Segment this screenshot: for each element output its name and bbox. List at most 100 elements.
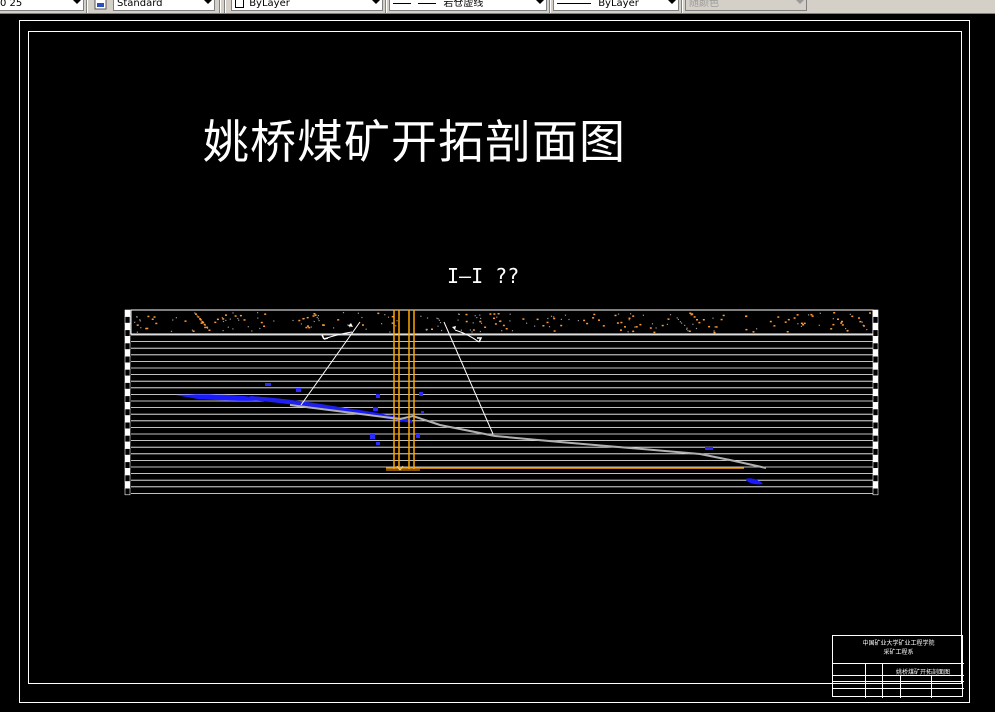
chevron-down-icon[interactable] [536, 0, 544, 4]
overburden-dot [684, 324, 686, 326]
scale-bar-segment [872, 474, 879, 482]
overburden-dot [260, 321, 263, 324]
overburden-dot [642, 314, 644, 316]
scale-bar-segment [872, 441, 879, 449]
overburden-dot [695, 327, 698, 330]
overburden-dot [713, 330, 715, 332]
scale-bar-segment [124, 481, 131, 489]
scale-bar-segment [124, 342, 131, 350]
overburden-dot [628, 319, 630, 321]
scale-bar-segment [872, 395, 879, 403]
overburden-dot [634, 326, 636, 328]
overburden-dot [547, 317, 549, 320]
scale-bar-segment [872, 375, 879, 383]
overburden-dot [661, 324, 664, 327]
overburden-dot [690, 313, 693, 316]
scale-bar-segment [124, 461, 131, 469]
toolbar-separator [224, 0, 226, 13]
chevron-down-icon[interactable] [668, 0, 676, 4]
organization-name: 中国矿业大学矿业工程学院 [862, 640, 935, 647]
overburden-dot [238, 319, 240, 321]
overburden-dot [222, 330, 224, 332]
dimension-scale-dropdown[interactable]: 0 25 [0, 0, 84, 11]
overburden-dot [745, 315, 747, 318]
overburden-dot [222, 318, 225, 320]
overburden-dot [793, 317, 796, 319]
text-style-value: Standard [117, 0, 163, 9]
overburden-dot [232, 328, 234, 330]
linetype-dropdown[interactable]: 岩仓虚线 [389, 0, 547, 11]
chevron-down-icon[interactable] [204, 0, 212, 4]
scale-bar-segment [124, 382, 131, 390]
layer-color-dropdown[interactable]: ByLayer [231, 0, 383, 11]
overburden-dot [469, 329, 471, 331]
overburden-dot [439, 322, 442, 324]
linetype-value: 岩仓虚线 [443, 0, 484, 9]
overburden-dot [237, 317, 239, 320]
scale-bar-segment [872, 468, 879, 476]
chevron-down-icon[interactable] [372, 0, 380, 4]
overburden-dot [493, 317, 495, 320]
overburden-dot [560, 324, 563, 327]
overburden-dot [784, 321, 787, 323]
scale-bar-segment [124, 468, 131, 476]
drawing-canvas[interactable]: 姚桥煤矿开拓剖面图 I—I ?? 中国矿业大学矿业工程学院 采矿工程系 姚桥煤矿… [0, 14, 995, 712]
overburden-dot [460, 329, 462, 331]
overburden-dot [810, 313, 813, 316]
text-style-dropdown[interactable]: Standard [113, 0, 215, 11]
overburden-dot [553, 316, 555, 318]
overburden-dot [713, 331, 716, 334]
overburden-dot [681, 322, 683, 324]
left-scale-bar [124, 309, 131, 496]
overburden-dot [564, 314, 567, 316]
scale-bar-segment [872, 415, 879, 423]
section-profile [124, 309, 879, 496]
overburden-dot [243, 319, 246, 321]
overburden-dot [639, 323, 642, 326]
plot-style-dropdown[interactable]: 随颜色 [685, 0, 807, 11]
overburden-dot [313, 313, 316, 315]
overburden-dot [184, 320, 187, 322]
overburden-dot [819, 312, 821, 314]
lineweight-sample-icon [557, 2, 591, 4]
lineweight-dropdown[interactable]: ByLayer [553, 0, 679, 11]
overburden-dot [542, 325, 545, 327]
scale-bar-segment [872, 349, 879, 357]
overburden-dot [769, 320, 772, 323]
overburden-dot [859, 320, 862, 323]
overburden-dot [841, 324, 844, 326]
overburden-dot [381, 323, 383, 325]
overburden-dot [602, 325, 605, 327]
overburden-dot [617, 313, 620, 315]
chevron-down-icon[interactable] [796, 0, 804, 4]
title-block-divider [833, 681, 964, 682]
linetype-sample-icon [393, 2, 411, 4]
scale-bar-segment [872, 461, 879, 469]
overburden-dot [568, 318, 570, 321]
overburden-dot [437, 325, 439, 327]
overburden-dot [259, 327, 261, 330]
overburden-dot [441, 329, 443, 332]
scale-bar-segment [872, 421, 879, 430]
overburden-dot [849, 313, 851, 315]
overburden-dot [841, 320, 843, 323]
overburden-dot [586, 322, 589, 325]
overburden-dot [553, 317, 556, 320]
overburden-dot [651, 323, 654, 325]
overburden-dot [257, 317, 259, 319]
overburden-dot [387, 316, 390, 318]
overburden-dot [655, 327, 657, 329]
chevron-down-icon[interactable] [73, 0, 81, 4]
overburden-dot [136, 331, 138, 333]
overburden-dot [679, 321, 681, 323]
scale-bar-segment [872, 481, 879, 489]
overburden-dot [837, 318, 839, 320]
overburden-dot [145, 327, 148, 330]
overburden-dot [598, 319, 600, 321]
overburden-dot [155, 322, 158, 325]
overburden-dot [377, 312, 380, 315]
text-style-icon[interactable] [94, 0, 107, 10]
overburden-dot [312, 315, 315, 317]
overburden-dot [756, 328, 758, 330]
overburden-dot [308, 326, 311, 329]
